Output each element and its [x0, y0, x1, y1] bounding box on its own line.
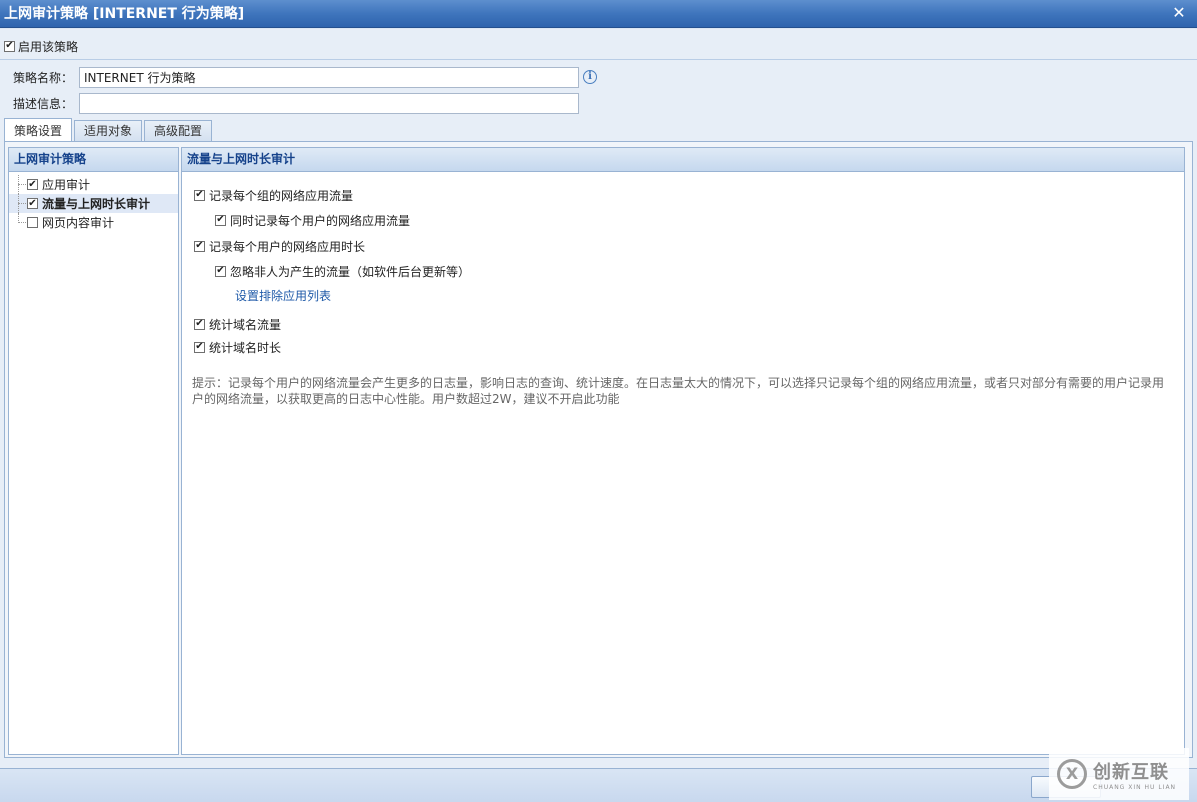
window-title: 上网审计策略 [INTERNET 行为策略] [4, 6, 245, 22]
tree-item-app-audit[interactable]: ✔ 应用审计 [9, 175, 178, 194]
dialog-body: ✔ 启用该策略 策略名称： i 描述信息： 策略设置 适用对象 高级配置 上网审… [0, 29, 1197, 768]
option-checkbox[interactable]: ✔ [194, 318, 205, 330]
policy-tree-title: 上网审计策略 [9, 148, 178, 172]
tree-connector [18, 222, 26, 223]
policy-desc-row: 描述信息： [13, 92, 579, 114]
tab-policy-settings[interactable]: 策略设置 [4, 118, 73, 142]
tree-item-checkbox[interactable]: ✔ [27, 198, 38, 209]
tree-item-label: 网页内容审计 [42, 216, 115, 230]
hint-text: 提示：记录每个用户的网络流量会产生更多的日志量，影响日志的查询、统计速度。在日志… [192, 376, 1165, 406]
info-icon[interactable]: i [583, 70, 597, 84]
option-domain-duration[interactable]: ✔ 统计域名时长 [194, 338, 281, 356]
option-ignore-background[interactable]: ✔ 忽略非人为产生的流量（如软件后台更新等） [215, 262, 470, 280]
option-record-user-traffic[interactable]: ✔ 同时记录每个用户的网络应用流量 [215, 211, 410, 229]
exclude-list-row: 设置排除应用列表 [235, 286, 331, 304]
traffic-audit-panel: 流量与上网时长审计 ✔ 记录每个组的网络应用流量 ✔ 同时记录每个用户的网络应用… [181, 147, 1185, 755]
tree-connector [18, 184, 26, 185]
enable-policy-checkbox[interactable]: ✔ [4, 40, 15, 52]
dialog-footer [0, 768, 1197, 802]
option-checkbox[interactable]: ✔ [194, 341, 205, 353]
option-checkbox[interactable]: ✔ [194, 189, 205, 201]
policy-name-input[interactable] [79, 66, 579, 88]
tree-item-checkbox[interactable] [27, 217, 38, 228]
tree-item-web-content-audit[interactable]: 网页内容审计 [9, 213, 178, 232]
policy-tree-panel: 上网审计策略 ✔ 应用审计 ✔ 流量与上网时长审计 网页内容审计 [8, 147, 179, 755]
exclude-app-list-link[interactable]: 设置排除应用列表 [235, 287, 331, 304]
watermark-logo-icon: X [1057, 759, 1087, 789]
enable-policy-row[interactable]: ✔ 启用该策略 [4, 37, 78, 55]
watermark-title: 创新互联 [1093, 761, 1169, 783]
option-label: 同时记录每个用户的网络应用流量 [230, 213, 411, 228]
tree-item-label: 应用审计 [42, 178, 91, 192]
window-titlebar: 上网审计策略 [INTERNET 行为策略] ✕ [0, 0, 1197, 28]
close-icon[interactable]: ✕ [1169, 3, 1189, 23]
option-label: 统计域名流量 [209, 317, 282, 332]
option-domain-traffic[interactable]: ✔ 统计域名流量 [194, 315, 281, 333]
option-label: 记录每个组的网络应用流量 [209, 188, 354, 203]
tab-advanced-config[interactable]: 高级配置 [144, 120, 213, 142]
watermark-subtitle: CHUANG XIN HU LIAN [1093, 783, 1177, 791]
option-checkbox[interactable]: ✔ [194, 240, 205, 252]
watermark-text: 创新互联 CHUANG XIN HU LIAN [1093, 758, 1176, 791]
policy-desc-label: 描述信息： [13, 96, 74, 111]
option-label: 忽略非人为产生的流量（如软件后台更新等） [230, 264, 471, 279]
option-checkbox[interactable]: ✔ [215, 265, 226, 277]
option-checkbox[interactable]: ✔ [215, 214, 226, 226]
divider [0, 59, 1197, 60]
option-label: 记录每个用户的网络应用时长 [209, 239, 366, 254]
tree-item-label: 流量与上网时长审计 [42, 197, 151, 211]
tree-connector [18, 203, 26, 204]
tab-applicable-objects[interactable]: 适用对象 [74, 120, 143, 142]
option-record-user-duration[interactable]: ✔ 记录每个用户的网络应用时长 [194, 237, 365, 255]
option-record-group-traffic[interactable]: ✔ 记录每个组的网络应用流量 [194, 186, 353, 204]
policy-desc-input[interactable] [79, 92, 579, 114]
policy-tree: ✔ 应用审计 ✔ 流量与上网时长审计 网页内容审计 [9, 172, 178, 232]
option-label: 统计域名时长 [209, 340, 282, 355]
policy-name-row: 策略名称： i [13, 66, 597, 88]
enable-policy-label: 启用该策略 [18, 39, 79, 54]
tab-content: 上网审计策略 ✔ 应用审计 ✔ 流量与上网时长审计 网页内容审计 流量与上网时长… [4, 141, 1193, 758]
traffic-audit-title: 流量与上网时长审计 [182, 148, 1184, 172]
tree-item-checkbox[interactable]: ✔ [27, 179, 38, 190]
tab-bar: 策略设置 适用对象 高级配置 [4, 118, 213, 142]
tree-item-traffic-audit[interactable]: ✔ 流量与上网时长审计 [9, 194, 178, 213]
policy-name-label: 策略名称： [13, 70, 74, 85]
watermark: X 创新互联 CHUANG XIN HU LIAN [1049, 748, 1189, 800]
